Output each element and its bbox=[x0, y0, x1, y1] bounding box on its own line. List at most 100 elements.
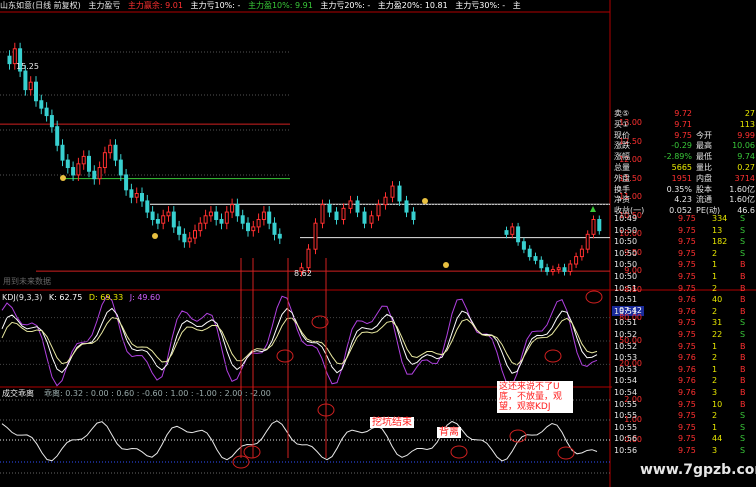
tick-row[interactable]: 10:55 9.75 10 B bbox=[612, 400, 756, 410]
tick-price: 9.75 bbox=[678, 283, 696, 293]
candle bbox=[65, 159, 70, 169]
tick-row[interactable]: 10:51 9.75 2 B bbox=[612, 284, 756, 294]
quote-label: 最低 bbox=[696, 152, 712, 162]
tick-row[interactable]: 10:54 9.76 2 B bbox=[612, 376, 756, 386]
tick-time: 10:50 bbox=[614, 272, 638, 281]
tick-side: S bbox=[740, 330, 746, 339]
tick-row[interactable]: 10:50 9.75 1 B bbox=[612, 272, 756, 282]
candle bbox=[246, 222, 250, 232]
candle bbox=[193, 230, 197, 239]
quote-value: 4.23 bbox=[674, 195, 692, 205]
candle bbox=[327, 204, 332, 213]
candle bbox=[219, 218, 224, 224]
quote-row: 净资 4.23 流通 1.60亿 bbox=[612, 194, 756, 205]
candle bbox=[187, 237, 192, 243]
tick-row[interactable]: 10:51 9.76 2 B bbox=[612, 307, 756, 317]
quote-row: 涨跌 -0.29 最高 10.06 bbox=[612, 140, 756, 151]
tick-side: B bbox=[740, 399, 746, 409]
candle bbox=[134, 193, 139, 198]
tick-row[interactable]: 10:49 9.75 334 S bbox=[612, 214, 756, 224]
tick-price: 9.75 bbox=[678, 260, 696, 270]
quote-label: 今开 bbox=[696, 130, 712, 140]
quote-label: 最高 bbox=[696, 141, 712, 151]
tick-time: 10:50 bbox=[614, 260, 638, 270]
quote-label: 买① bbox=[614, 119, 630, 129]
tick-time: 10:50 bbox=[614, 237, 638, 247]
quote-label: 流通 bbox=[696, 195, 712, 205]
tick-time: 10:52 bbox=[614, 330, 638, 339]
tick-side: B bbox=[740, 341, 746, 351]
tick-row[interactable]: 10:51 9.76 40 B bbox=[612, 295, 756, 305]
tick-price: 9.75 bbox=[678, 446, 696, 455]
annotation-wakeng: 挖坑结束 bbox=[370, 417, 414, 428]
quote-label: 股本 bbox=[696, 184, 712, 194]
tick-price: 9.75 bbox=[678, 434, 696, 444]
candle bbox=[504, 230, 509, 235]
quote-row: 现价 9.75 今开 9.99 bbox=[612, 130, 756, 141]
candle bbox=[102, 152, 107, 169]
quote-label: 卖⑤ bbox=[614, 109, 630, 118]
tick-volume: 1 bbox=[712, 341, 718, 351]
quote-volume: 27 bbox=[744, 109, 755, 118]
tick-side: B bbox=[740, 376, 746, 386]
candle bbox=[574, 256, 579, 265]
bottom-title: 成交乖离 bbox=[2, 389, 34, 398]
tick-row[interactable]: 10:50 9.75 1 B bbox=[612, 260, 756, 270]
quote-value: 9.99 bbox=[737, 130, 755, 140]
highlight-circle bbox=[243, 445, 261, 459]
candle bbox=[510, 226, 515, 235]
tick-time: 10:50 bbox=[614, 248, 638, 258]
tick-side: S bbox=[740, 214, 746, 223]
tick-list[interactable]: 10:49 9.75 334 S 10:50 9.75 13 S 10:50 9.75 182 S 10… bbox=[612, 214, 756, 474]
quote-value: 1951 bbox=[671, 173, 692, 183]
candle bbox=[87, 155, 91, 172]
tick-row[interactable]: 10:50 9.75 2 S bbox=[612, 249, 756, 259]
tick-time: 10:55 bbox=[614, 399, 638, 409]
tick-price: 9.75 bbox=[678, 225, 696, 235]
candle bbox=[34, 81, 38, 102]
tick-volume: 10 bbox=[712, 399, 723, 409]
tick-row[interactable]: 10:50 9.75 13 S bbox=[612, 226, 756, 236]
tick-row[interactable]: 10:55 9.75 1 S bbox=[612, 423, 756, 433]
tick-volume: 22 bbox=[712, 330, 723, 339]
tick-time: 10:51 bbox=[614, 318, 638, 328]
tick-row[interactable]: 10:53 9.76 1 B bbox=[612, 365, 756, 375]
tick-row[interactable]: 10:53 9.76 2 B bbox=[612, 353, 756, 363]
tick-row[interactable]: 10:54 9.76 3 B bbox=[612, 388, 756, 398]
tick-row[interactable]: 10:52 9.75 1 B bbox=[612, 342, 756, 352]
candle bbox=[60, 144, 65, 161]
candle bbox=[272, 222, 277, 235]
tick-side: B bbox=[740, 306, 746, 316]
tick-time: 10:51 bbox=[614, 306, 638, 316]
kdj-k: K: 62.75 bbox=[48, 293, 83, 302]
candle bbox=[404, 200, 409, 213]
candle bbox=[390, 185, 395, 198]
tick-row[interactable]: 10:51 9.75 31 S bbox=[612, 318, 756, 328]
candle bbox=[355, 200, 360, 213]
candle bbox=[533, 256, 538, 261]
kdj-title: KDJ(9,3,3) bbox=[2, 293, 43, 302]
quote-value: -2.89% bbox=[663, 152, 692, 162]
tick-row[interactable]: 10:55 9.75 2 S bbox=[612, 411, 756, 421]
marker-icon bbox=[422, 198, 428, 204]
tick-row[interactable]: 10:50 9.75 182 S bbox=[612, 237, 756, 247]
candle bbox=[113, 144, 118, 161]
highlight-circle bbox=[557, 446, 575, 460]
deviation-line bbox=[1, 420, 598, 462]
tick-row[interactable]: 10:56 9.75 44 S bbox=[612, 434, 756, 444]
quote-label: 内盘 bbox=[696, 173, 712, 183]
quote-value: 3714 bbox=[734, 173, 755, 183]
candle bbox=[516, 226, 521, 243]
site-watermark: www.7gpzb.com bbox=[640, 462, 756, 478]
tick-price: 9.75 bbox=[678, 399, 696, 409]
candle bbox=[267, 211, 272, 224]
kdj-d: D: 69.33 bbox=[88, 293, 124, 302]
candle bbox=[251, 226, 256, 232]
tick-row[interactable]: 10:52 9.75 22 S bbox=[612, 330, 756, 340]
tick-row[interactable]: 10:56 9.75 3 S bbox=[612, 446, 756, 456]
candle bbox=[39, 100, 44, 109]
tick-volume: 1 bbox=[712, 364, 718, 374]
tick-side: B bbox=[740, 272, 746, 281]
marker-icon bbox=[60, 175, 66, 181]
quote-value: 9.75 bbox=[674, 130, 692, 140]
